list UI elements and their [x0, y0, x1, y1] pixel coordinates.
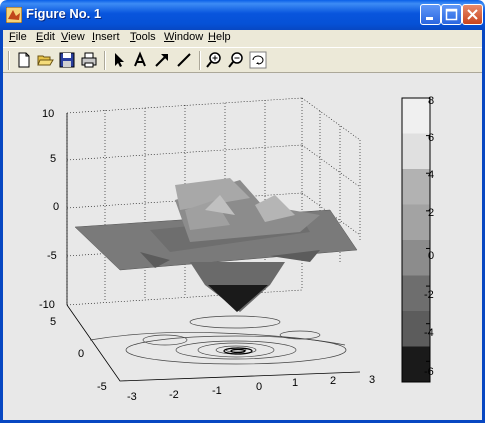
- print-icon[interactable]: [80, 51, 98, 69]
- select-arrow-icon[interactable]: [110, 51, 128, 69]
- arrow-icon[interactable]: [153, 51, 171, 69]
- colorbar-tick: -4: [424, 327, 434, 339]
- menu-help[interactable]: Help: [208, 31, 231, 43]
- new-file-icon[interactable]: [15, 51, 33, 69]
- title-bar[interactable]: Figure No. 1: [0, 0, 485, 30]
- floor-contours: [89, 315, 347, 365]
- colorbar-swatch: [402, 169, 430, 205]
- z-tick: -5: [47, 250, 57, 262]
- colorbar-swatch: [402, 204, 430, 241]
- z-tick: -10: [39, 299, 55, 311]
- x-tick: 2: [330, 375, 336, 387]
- colorbar-tick: 2: [428, 207, 434, 219]
- zoom-out-icon[interactable]: [227, 51, 245, 69]
- menu-view[interactable]: View: [61, 31, 85, 43]
- colorbar-tick: 8: [428, 95, 434, 107]
- zoom-in-icon[interactable]: [205, 51, 223, 69]
- matlab-logo-icon: [6, 7, 22, 23]
- y-tick: 0: [78, 348, 84, 360]
- toolbar-separator: [8, 51, 10, 70]
- colorbar-tick: -2: [424, 289, 434, 301]
- z-tick: 10: [42, 108, 54, 120]
- save-icon[interactable]: [58, 51, 76, 69]
- x-tick: -1: [212, 385, 222, 397]
- surf-contour-plot: 10 5 0 -5 -10 5 0 -5 -3 -2 -1 0 1 2 3 8 …: [39, 95, 434, 403]
- surface: [74, 178, 358, 312]
- colorbar: [401, 97, 431, 383]
- z-tick: 5: [50, 153, 56, 165]
- floor-contour-core: [223, 347, 253, 355]
- x-tick: 0: [256, 381, 262, 393]
- menu-bar: File Edit View Insert Tools Window Help: [3, 30, 482, 47]
- colorbar-tick: 0: [428, 250, 434, 262]
- z-tick: 0: [53, 201, 59, 213]
- figure-canvas: 10 5 0 -5 -10 5 0 -5 -3 -2 -1 0 1 2 3 8 …: [3, 73, 482, 420]
- x-tick: -3: [127, 391, 137, 403]
- y-tick: 5: [50, 316, 56, 328]
- text-A-icon[interactable]: [131, 51, 149, 69]
- line-icon[interactable]: [175, 51, 193, 69]
- window-title: Figure No. 1: [26, 6, 102, 21]
- y-axis-labels: 5 0 -5: [50, 316, 107, 393]
- x-axis-labels: -3 -2 -1 0 1 2 3: [127, 374, 375, 403]
- x-tick: 3: [369, 374, 375, 386]
- matlab-figure-window: Figure No. 1 File Edit View Insert Tools…: [0, 0, 485, 423]
- x-tick: 1: [292, 377, 298, 389]
- colorbar-swatch: [402, 133, 430, 170]
- maximize-button[interactable]: [441, 4, 462, 25]
- menu-window[interactable]: Window: [164, 31, 203, 43]
- menu-edit[interactable]: Edit: [36, 31, 55, 43]
- toolbar-separator: [199, 51, 201, 70]
- colorbar-tick: 6: [428, 132, 434, 144]
- minimize-button[interactable]: [420, 4, 441, 25]
- maximize-icon: [445, 8, 458, 21]
- open-folder-icon[interactable]: [36, 51, 54, 69]
- colorbar-tick: 4: [428, 169, 434, 181]
- menu-insert[interactable]: Insert: [92, 31, 120, 43]
- close-icon: [467, 9, 478, 20]
- colorbar-swatch: [402, 98, 430, 134]
- figure-toolbar: [3, 47, 482, 73]
- z-axis-labels: 10 5 0 -5 -10: [39, 108, 59, 311]
- colorbar-swatch: [402, 240, 430, 276]
- menu-tools[interactable]: Tools: [130, 31, 156, 43]
- x-tick: -2: [169, 389, 179, 401]
- menu-file[interactable]: File: [9, 31, 27, 43]
- toolbar-separator: [104, 51, 106, 70]
- rotate-3d-icon[interactable]: [249, 51, 267, 69]
- colorbar-tick: -6: [424, 366, 434, 378]
- y-tick: -5: [97, 381, 107, 393]
- minimize-icon: [426, 17, 433, 20]
- close-button[interactable]: [462, 4, 483, 25]
